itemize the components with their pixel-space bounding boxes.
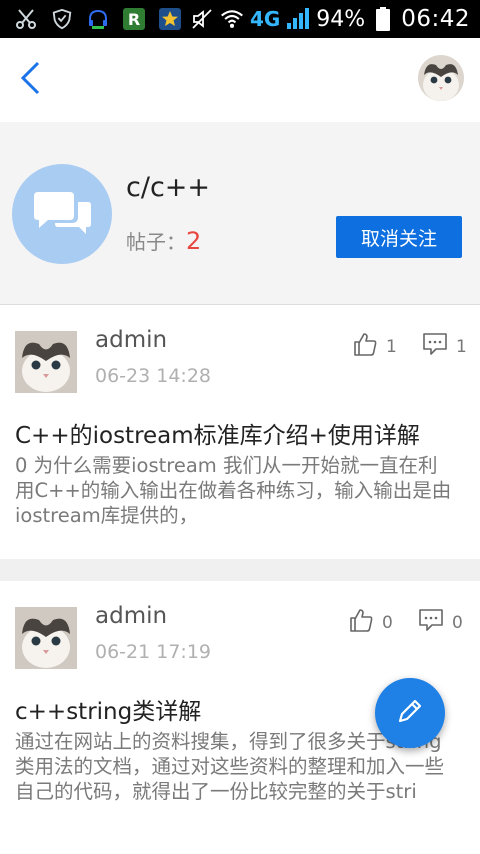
clock: 06:42	[401, 6, 470, 32]
network-type: 4G	[249, 7, 281, 31]
post-count-value: 2	[186, 227, 202, 255]
status-bar: R 4G 94% 06:42	[0, 0, 480, 38]
post-excerpt: 0 为什么需要iostream 我们从一开始就一直在利用C++的输入输出在做着各…	[15, 454, 452, 527]
post-divider	[0, 559, 480, 581]
like-button[interactable]: 0	[348, 607, 393, 638]
mute-icon	[190, 7, 214, 31]
post-author: admin	[95, 327, 168, 353]
thumbs-up-icon	[352, 331, 378, 362]
user-avatar[interactable]	[418, 55, 464, 101]
like-count: 1	[386, 336, 397, 357]
scissors-icon	[14, 7, 38, 31]
wifi-icon	[220, 7, 244, 31]
comment-count: 1	[456, 336, 467, 357]
comment-icon	[418, 607, 444, 638]
comment-icon	[422, 331, 448, 362]
comment-button[interactable]: 0	[418, 607, 463, 638]
top-bar	[0, 38, 480, 123]
post-card[interactable]: admin 06-23 14:28 1 1 C++的iostream标准库介绍+…	[0, 305, 480, 559]
post-title[interactable]: c++string类详解	[15, 692, 201, 726]
comment-button[interactable]: 1	[422, 331, 467, 362]
like-count: 0	[382, 612, 393, 633]
pencil-icon	[395, 696, 425, 730]
r-app-icon: R	[122, 7, 146, 31]
shield-icon	[50, 7, 74, 31]
signal-icon	[286, 7, 310, 31]
comment-count: 0	[452, 612, 463, 633]
status-bar-system: 4G 94% 06:42	[190, 6, 480, 32]
svg-text:R: R	[128, 10, 140, 29]
star-app-icon	[158, 7, 182, 31]
forum-name: c/c++	[126, 172, 211, 203]
forum-header: c/c++ 帖子：2 取消关注	[0, 122, 480, 305]
post-time: 06-23 14:28	[95, 365, 212, 387]
post-title[interactable]: C++的iostream标准库介绍+使用详解	[15, 416, 420, 450]
battery-icon	[371, 7, 395, 31]
post-count-label: 帖子：	[126, 230, 186, 254]
battery-percent: 94%	[316, 6, 366, 32]
back-button[interactable]	[10, 58, 50, 102]
post-author-avatar[interactable]	[15, 607, 77, 669]
chat-bubbles-icon	[12, 164, 112, 264]
like-button[interactable]: 1	[352, 331, 397, 362]
post-author-avatar[interactable]	[15, 331, 77, 393]
chevron-left-icon	[18, 60, 42, 100]
post-time: 06-21 17:19	[95, 641, 212, 663]
status-bar-notifications: R	[0, 7, 182, 31]
headset-icon	[86, 7, 110, 31]
unfollow-button[interactable]: 取消关注	[336, 216, 462, 258]
thumbs-up-icon	[348, 607, 374, 638]
compose-fab[interactable]	[375, 678, 445, 748]
post-count: 帖子：2	[126, 226, 201, 255]
post-author: admin	[95, 603, 168, 629]
